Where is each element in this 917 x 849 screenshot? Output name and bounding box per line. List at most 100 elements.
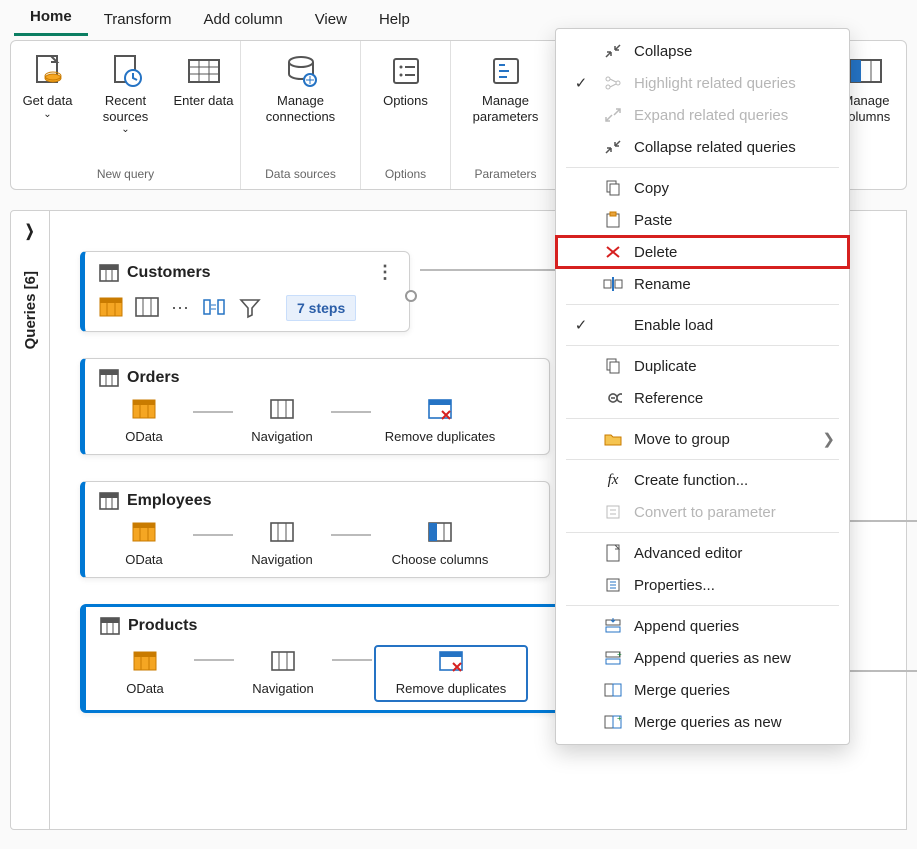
tab-view[interactable]: View: [299, 5, 363, 36]
step-connector: [194, 659, 234, 661]
odata-icon: [133, 651, 157, 675]
rename-icon: [602, 274, 624, 294]
manage-parameters-icon: [488, 53, 524, 89]
query-card-orders[interactable]: Orders OData Navigation Remove duplicate…: [80, 358, 550, 455]
menu-convert-to-parameter[interactable]: Convert to parameter: [556, 496, 849, 528]
svg-text:+: +: [617, 714, 622, 723]
step-connector: [193, 411, 233, 413]
merge-icon: [602, 680, 624, 700]
menu-duplicate[interactable]: Duplicate: [556, 350, 849, 382]
odata-icon[interactable]: [99, 297, 123, 319]
parameter-icon: [602, 502, 624, 522]
menu-append-queries-as-new[interactable]: + Append queries as new: [556, 642, 849, 674]
navigation-icon: [271, 651, 295, 675]
options-button[interactable]: Options: [370, 49, 442, 109]
step-navigation[interactable]: Navigation: [238, 651, 328, 696]
copy-icon: [602, 178, 624, 198]
menu-reference[interactable]: Reference: [556, 382, 849, 414]
menu-separator: [566, 532, 839, 533]
step-remove-duplicates[interactable]: Remove duplicates: [375, 399, 505, 444]
menu-advanced-editor[interactable]: Advanced editor: [556, 537, 849, 569]
recent-sources-button[interactable]: Recent sources ⌄: [90, 49, 162, 135]
navigation-icon[interactable]: [135, 297, 159, 319]
enter-data-label: Enter data: [174, 93, 234, 109]
chevron-right-icon: ❯: [822, 430, 835, 448]
query-card-customers[interactable]: Customers ⋮ ⋯ 7 steps: [80, 251, 410, 332]
menu-separator: [566, 345, 839, 346]
expand-queries-icon[interactable]: ❯: [25, 221, 34, 241]
menu-delete[interactable]: Delete: [556, 236, 849, 268]
more-icon[interactable]: ⋮: [376, 262, 395, 283]
options-icon: [388, 53, 424, 89]
options-label: Options: [383, 93, 428, 109]
menu-move-to-group[interactable]: Move to group ❯: [556, 423, 849, 455]
ribbon-group-new-query: New query: [97, 163, 154, 185]
menu-copy[interactable]: Copy: [556, 172, 849, 204]
menu-merge-queries[interactable]: Merge queries: [556, 674, 849, 706]
table-icon: [99, 369, 119, 387]
tab-transform[interactable]: Transform: [88, 5, 188, 36]
svg-text:+: +: [617, 650, 622, 659]
remove-duplicates-icon: [439, 651, 463, 675]
context-menu: Collapse ✓ Highlight related queries Exp…: [555, 28, 850, 745]
merge-new-icon: +: [602, 712, 624, 732]
ribbon-group-parameters: Parameters: [474, 163, 536, 185]
manage-connections-icon: [283, 53, 319, 89]
table-icon: [99, 264, 119, 282]
odata-icon: [132, 522, 156, 546]
append-new-icon: +: [602, 648, 624, 668]
navigation-icon: [270, 399, 294, 423]
menu-paste[interactable]: Paste: [556, 204, 849, 236]
step-connector: [331, 411, 371, 413]
menu-highlight-related[interactable]: ✓ Highlight related queries: [556, 67, 849, 99]
ribbon-group-options: Options: [385, 163, 426, 185]
menu-merge-queries-as-new[interactable]: + Merge queries as new: [556, 706, 849, 738]
menu-rename[interactable]: Rename: [556, 268, 849, 300]
step-remove-duplicates[interactable]: Remove duplicates: [376, 647, 526, 700]
menu-collapse-related[interactable]: Collapse related queries: [556, 131, 849, 163]
paste-icon: [602, 210, 624, 230]
manage-connections-button[interactable]: Manage connections: [251, 49, 351, 124]
output-port[interactable]: [405, 290, 417, 302]
get-data-icon: [30, 53, 66, 89]
manage-parameters-button[interactable]: Manage parameters: [456, 49, 556, 124]
tab-add-column[interactable]: Add column: [187, 5, 298, 36]
tab-help[interactable]: Help: [363, 5, 426, 36]
properties-icon: [602, 575, 624, 595]
menu-properties[interactable]: Properties...: [556, 569, 849, 601]
collapse-related-icon: [602, 137, 624, 157]
get-data-button[interactable]: Get data ⌄: [12, 49, 84, 120]
enter-data-button[interactable]: Enter data: [168, 49, 240, 109]
odata-icon: [132, 399, 156, 423]
function-icon: fx: [602, 470, 624, 490]
menu-separator: [566, 459, 839, 460]
step-navigation[interactable]: Navigation: [237, 522, 327, 567]
remove-duplicates-icon: [428, 399, 452, 423]
replace-icon[interactable]: [202, 297, 226, 319]
menu-create-function[interactable]: fx Create function...: [556, 464, 849, 496]
menu-separator: [566, 304, 839, 305]
tab-home[interactable]: Home: [14, 2, 88, 36]
query-title: Orders: [127, 369, 179, 387]
steps-badge[interactable]: 7 steps: [286, 295, 356, 321]
menu-collapse[interactable]: Collapse: [556, 35, 849, 67]
choose-columns-icon: [428, 522, 452, 546]
table-icon: [99, 492, 119, 510]
query-card-employees[interactable]: Employees OData Navigation Choose column…: [80, 481, 550, 578]
step-odata[interactable]: OData: [99, 522, 189, 567]
step-navigation[interactable]: Navigation: [237, 399, 327, 444]
recent-sources-icon: [108, 53, 144, 89]
ellipsis-icon[interactable]: ⋯: [171, 297, 190, 319]
step-choose-columns[interactable]: Choose columns: [375, 522, 505, 567]
menu-enable-load[interactable]: ✓ Enable load: [556, 309, 849, 341]
step-odata[interactable]: OData: [100, 651, 190, 696]
manage-connections-label: Manage connections: [251, 93, 351, 124]
menu-append-queries[interactable]: Append queries: [556, 610, 849, 642]
query-title: Customers: [127, 264, 211, 282]
query-card-products[interactable]: Products OData Navigation Remove duplica…: [80, 604, 610, 713]
step-odata[interactable]: OData: [99, 399, 189, 444]
recent-sources-label: Recent sources: [90, 93, 162, 124]
menu-expand-related[interactable]: Expand related queries: [556, 99, 849, 131]
queries-panel: ❯ Queries [6]: [10, 210, 50, 830]
filter-icon[interactable]: [238, 297, 262, 319]
